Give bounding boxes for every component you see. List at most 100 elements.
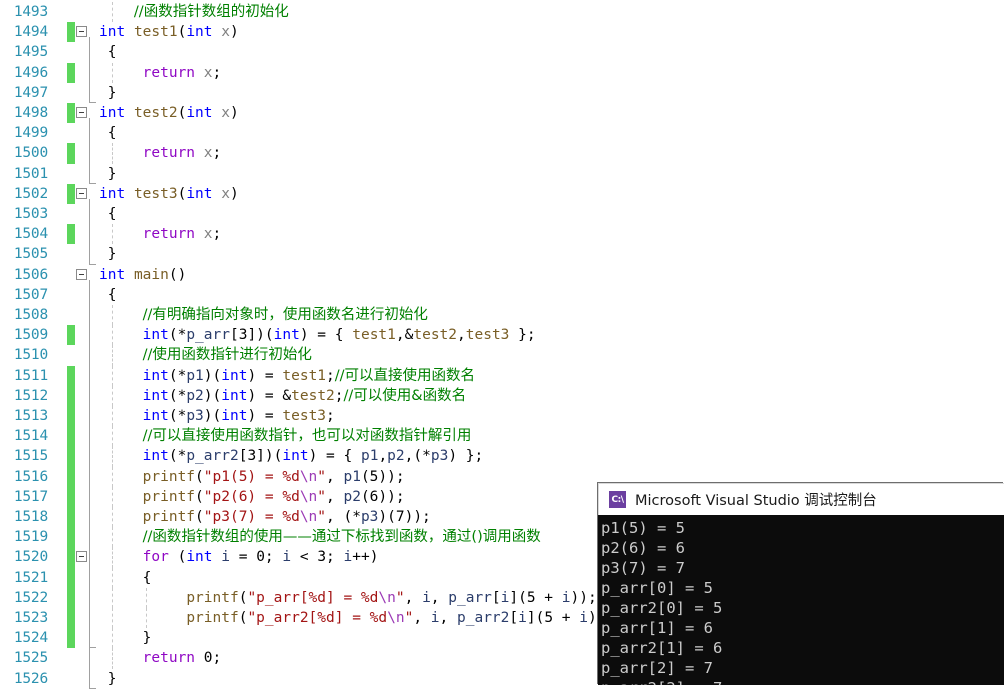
code-line[interactable]: 1511 int(*p1)(int) = test1;//可以直接使用函数名 <box>0 365 1004 386</box>
code-line[interactable]: 1504 return x; <box>0 224 1004 245</box>
code-text: printf("p3(7) = %d\n", (*p3)(7)); <box>142 509 431 525</box>
code-text: //有明确指向对象时，使用函数名进行初始化 <box>142 307 428 323</box>
line-number: 1497 <box>13 84 48 101</box>
line-number: 1506 <box>13 266 48 283</box>
line-number: 1525 <box>13 650 48 667</box>
code-text: //使用函数指针进行初始化 <box>142 347 312 364</box>
console-output-line: p_arr2[0] = 5 <box>601 599 723 617</box>
change-marker <box>67 446 75 467</box>
code-text: } <box>99 165 117 182</box>
code-line[interactable]: 1499 { <box>0 123 1004 144</box>
outlining-guide <box>89 143 90 164</box>
code-line[interactable]: 1509 int(*p_arr[3])(int) = { test1,&test… <box>0 325 1004 346</box>
code-text: } <box>99 630 152 647</box>
line-number: 1501 <box>13 165 48 182</box>
code-text: int(*p1)(int) = test1;//可以直接使用函数名 <box>142 367 476 384</box>
fold-toggle-icon[interactable] <box>76 187 87 199</box>
console-output-line: p_arr2[2] = 7 <box>601 678 1004 685</box>
line-number: 1518 <box>13 509 48 525</box>
code-line[interactable]: 1500 return x; <box>0 143 1004 164</box>
line-number: 1514 <box>13 428 48 445</box>
outlining-guide <box>89 123 90 144</box>
code-line[interactable]: 1497 } <box>0 82 1004 104</box>
change-marker <box>67 486 75 507</box>
code-text: int test1(int x) <box>99 24 239 41</box>
console-output-line: p1(5) = 5 <box>601 519 685 537</box>
outlining-guide <box>89 628 96 649</box>
line-number: 1509 <box>13 327 48 344</box>
outlining-guide <box>89 82 96 104</box>
code-text: { <box>99 44 117 61</box>
line-number: 1508 <box>13 307 48 323</box>
line-number: 1503 <box>13 206 48 222</box>
line-number: 1504 <box>13 226 48 243</box>
line-number: 1502 <box>13 185 48 202</box>
code-line[interactable]: 1505 } <box>0 244 1004 265</box>
outlining-guide <box>89 224 90 245</box>
outlining-guide <box>89 648 90 669</box>
code-line[interactable]: 1496 return x; <box>0 62 1004 83</box>
line-number: 1507 <box>13 286 48 303</box>
fold-toggle-icon[interactable] <box>76 26 87 38</box>
line-number: 1496 <box>13 64 48 81</box>
code-line[interactable]: 1508 //有明确指向对象时，使用函数名进行初始化 <box>0 305 1004 326</box>
line-number: 1516 <box>13 468 48 485</box>
line-number: 1500 <box>13 145 48 162</box>
outlining-guide <box>89 163 96 184</box>
code-line[interactable]: 1514 //可以直接使用函数指针，也可以对函数指针解引用 <box>0 426 1004 447</box>
outlining-guide <box>89 527 90 548</box>
console-output-line: p_arr[2] = 7 <box>601 659 713 677</box>
console-output-line: p_arr[1] = 6 <box>601 619 713 637</box>
code-text: int main() <box>99 266 187 283</box>
line-number: 1498 <box>13 105 48 121</box>
code-line[interactable]: 1495 { <box>0 42 1004 63</box>
code-line[interactable]: 1494 int test1(int x) <box>0 22 1004 43</box>
code-text: //可以直接使用函数指针，也可以对函数指针解引用 <box>142 428 472 445</box>
line-number: 1517 <box>13 488 48 505</box>
line-number: 1522 <box>13 589 48 606</box>
change-marker <box>67 466 75 487</box>
fold-toggle-icon[interactable] <box>76 551 87 563</box>
change-marker <box>67 608 75 629</box>
code-line[interactable]: 1513 int(*p3)(int) = test3; <box>0 406 1004 427</box>
change-marker <box>67 62 75 83</box>
outlining-guide <box>89 426 90 447</box>
code-line[interactable]: 1510 //使用函数指针进行初始化 <box>0 345 1004 366</box>
change-marker <box>67 527 75 548</box>
code-text: int test2(int x) <box>99 105 239 121</box>
console-cmd-icon: C:\ <box>609 491 626 508</box>
change-marker <box>67 587 75 608</box>
change-marker <box>67 325 75 346</box>
console-title-bar[interactable]: C:\ Microsoft Visual Studio 调试控制台 <box>598 483 1004 515</box>
code-line[interactable]: 1512 int(*p2)(int) = &test2;//可以使用&函数名 <box>0 385 1004 406</box>
change-marker <box>67 628 75 649</box>
outlining-guide <box>89 42 90 63</box>
code-text: int(*p2)(int) = &test2;//可以使用&函数名 <box>142 387 467 404</box>
outlining-guide <box>89 507 90 528</box>
code-line[interactable]: 1506 int main() <box>0 265 1004 285</box>
change-marker <box>67 183 75 204</box>
fold-toggle-icon[interactable] <box>76 107 87 118</box>
code-line[interactable]: 1515 int(*p_arr2[3])(int) = { p1,p2,(*p3… <box>0 446 1004 467</box>
code-line[interactable]: 1493 //函数指针数组的初始化 <box>0 2 1004 23</box>
code-text: printf("p1(5) = %d\n", p1(5)); <box>142 468 405 485</box>
outlining-guide <box>89 406 90 427</box>
code-line[interactable]: 1498 int test2(int x) <box>0 103 1004 124</box>
outlining-guide <box>89 587 90 608</box>
change-marker <box>67 547 75 568</box>
code-text: { <box>99 125 117 142</box>
line-number: 1526 <box>13 670 48 687</box>
change-marker <box>67 22 75 43</box>
code-line[interactable]: 1503 { <box>0 204 1004 225</box>
line-number: 1510 <box>13 347 48 364</box>
code-line[interactable]: 1501 } <box>0 163 1004 184</box>
fold-toggle-icon[interactable] <box>76 268 87 280</box>
outlining-guide <box>89 284 90 305</box>
code-line[interactable]: 1502 int test3(int x) <box>0 183 1004 204</box>
outlining-guide <box>89 608 90 629</box>
code-text: } <box>99 84 117 101</box>
change-marker <box>67 365 75 386</box>
code-text: return x; <box>142 64 222 81</box>
debug-console-window[interactable]: C:\ Microsoft Visual Studio 调试控制台 p1(5) … <box>598 483 1004 685</box>
code-line[interactable]: 1507 { <box>0 284 1004 305</box>
